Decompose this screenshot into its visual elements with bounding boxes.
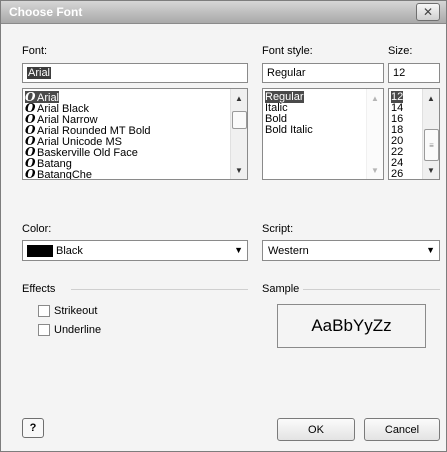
help-icon: ?	[29, 422, 37, 434]
font-style-list-scrollbar[interactable]: ▲ ▼	[366, 89, 383, 179]
close-button[interactable]: ✕	[416, 3, 440, 21]
font-style-list[interactable]: Regular Italic Bold Bold Italic ▲ ▼	[262, 88, 384, 180]
color-label: Color:	[22, 223, 52, 235]
size-input[interactable]: 12	[388, 63, 440, 83]
script-value: Western	[268, 244, 309, 257]
close-icon: ✕	[422, 5, 434, 19]
scroll-down-icon[interactable]: ▼	[423, 163, 439, 177]
sample-divider	[303, 289, 440, 290]
font-style-input-value: Regular	[267, 67, 306, 79]
color-value: Black	[56, 244, 83, 257]
script-label: Script:	[262, 223, 294, 235]
color-swatch	[27, 244, 53, 257]
help-button[interactable]: ?	[22, 418, 44, 438]
scroll-thumb[interactable]: ≡	[424, 129, 439, 161]
underline-checkbox[interactable]	[38, 324, 50, 336]
scroll-down-icon[interactable]: ▼	[231, 163, 247, 177]
list-item-label: BatangChe	[37, 169, 93, 180]
underline-option[interactable]: Underline	[38, 324, 101, 336]
font-list[interactable]: O Arial O Arial Black O Arial Narrow O Arial Ro…	[22, 88, 248, 180]
size-label: Size:	[388, 45, 413, 57]
font-input[interactable]: Arial	[22, 63, 248, 83]
list-item[interactable]: O BatangChe	[25, 167, 93, 180]
cancel-button[interactable]: Cancel	[364, 418, 440, 441]
script-dropdown[interactable]: Western ▼	[262, 240, 440, 261]
size-list[interactable]: 12 14 16 18 20 22 24 26 ▲ ≡ ▼	[388, 88, 440, 180]
scroll-up-icon[interactable]: ▲	[231, 91, 247, 105]
strikeout-label: Strikeout	[54, 305, 98, 317]
font-list-scrollbar[interactable]: ▲ ▼	[230, 89, 247, 179]
size-list-scrollbar[interactable]: ▲ ≡ ▼	[422, 89, 439, 179]
chevron-down-icon: ▼	[426, 245, 435, 255]
sample-text: AaBbYyZz	[311, 316, 392, 335]
title-bar: Choose Font ✕	[1, 1, 446, 24]
scroll-up-icon[interactable]: ▲	[423, 91, 439, 105]
scroll-down-icon[interactable]: ▼	[367, 163, 383, 177]
sample-preview: AaBbYyZz	[277, 304, 426, 348]
strikeout-checkbox[interactable]	[38, 305, 50, 317]
font-input-value: Arial	[27, 67, 52, 79]
underline-label: Underline	[54, 324, 102, 336]
strikeout-option[interactable]: Strikeout	[38, 305, 97, 317]
choose-font-dialog: Choose Font ✕ Font: Arial O Arial O Arial B…	[0, 0, 447, 452]
dialog-title: Choose Font	[9, 5, 83, 19]
font-style-label: Font style:	[262, 45, 313, 57]
list-item-label: Bold Italic	[265, 124, 313, 136]
chevron-down-icon: ▼	[234, 245, 243, 255]
font-label: Font:	[22, 45, 48, 57]
list-item[interactable]: 26	[391, 168, 404, 180]
font-style-input[interactable]: Regular	[262, 63, 384, 83]
list-item-label: 26	[391, 168, 404, 180]
opentype-font-icon: O	[25, 167, 36, 180]
scroll-thumb[interactable]	[232, 111, 247, 129]
sample-label: Sample	[262, 283, 300, 295]
color-dropdown[interactable]: Black ▼	[22, 240, 248, 261]
ok-label: OK	[308, 423, 324, 436]
scroll-up-icon[interactable]: ▲	[367, 91, 383, 105]
list-item[interactable]: Bold Italic	[265, 124, 313, 136]
effects-divider	[71, 289, 248, 290]
effects-label: Effects	[22, 283, 56, 295]
cancel-label: Cancel	[384, 423, 420, 436]
ok-button[interactable]: OK	[277, 418, 355, 441]
size-input-value: 12	[393, 67, 406, 79]
